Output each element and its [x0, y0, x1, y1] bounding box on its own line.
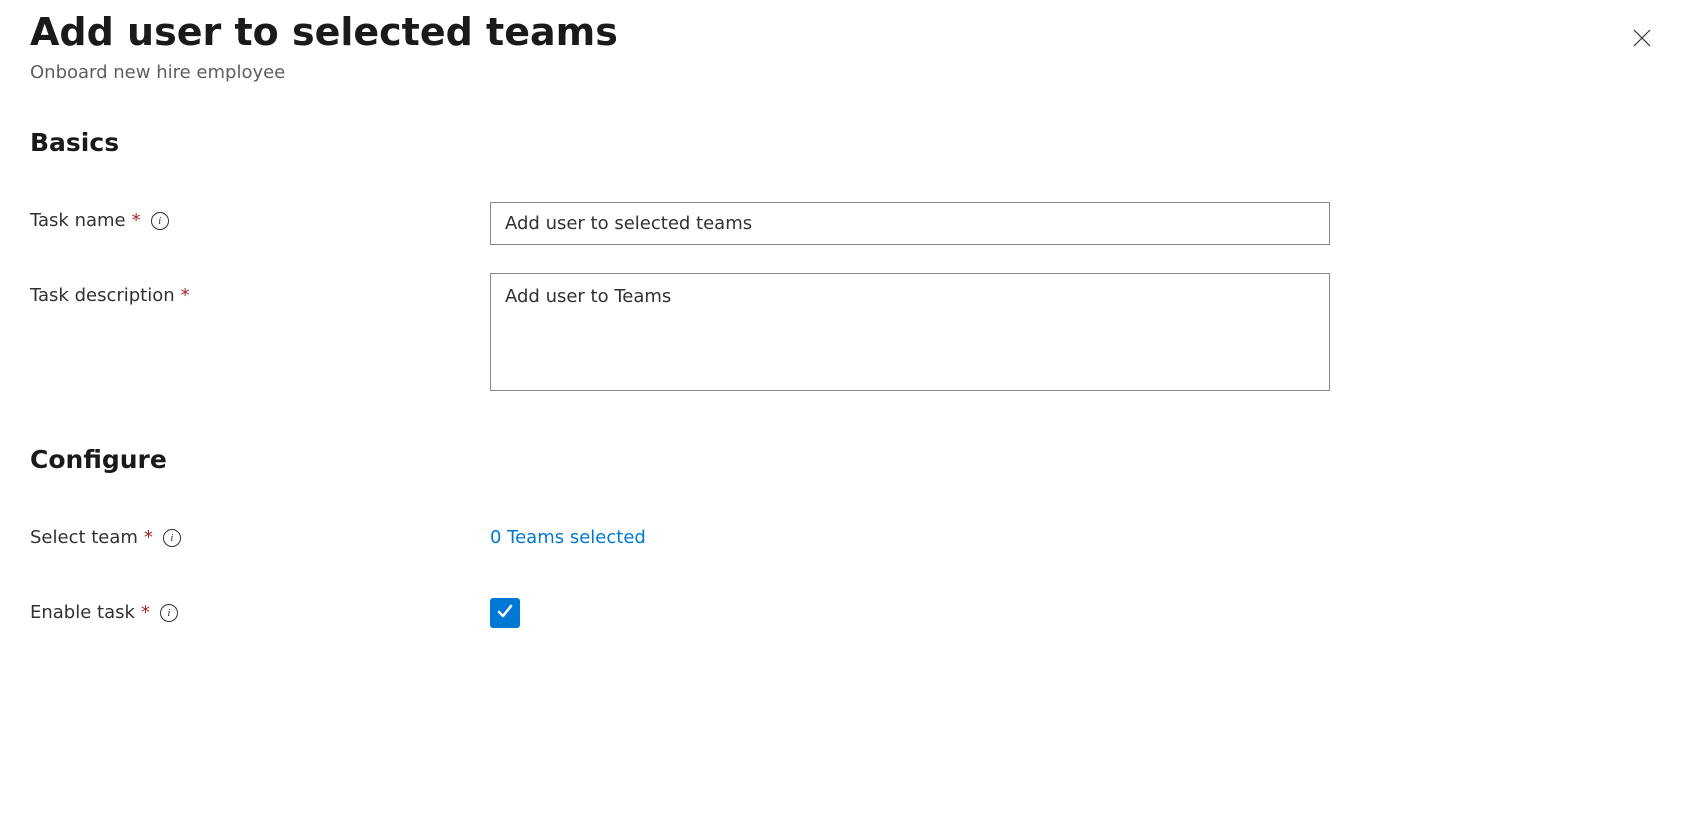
required-indicator: *	[181, 285, 190, 306]
configure-heading: Configure	[30, 445, 1666, 474]
task-name-row: Task name * i	[30, 202, 1666, 245]
basics-heading: Basics	[30, 128, 1666, 157]
task-description-label: Task description	[30, 285, 175, 306]
enable-task-checkbox[interactable]	[490, 598, 520, 628]
info-icon[interactable]: i	[163, 529, 181, 547]
enable-task-label-col: Enable task * i	[30, 598, 490, 623]
page-title: Add user to selected teams	[30, 10, 1626, 56]
required-indicator: *	[132, 210, 141, 231]
select-team-link[interactable]: 0 Teams selected	[490, 519, 646, 548]
close-icon	[1632, 28, 1652, 51]
required-indicator: *	[141, 602, 150, 623]
task-name-input[interactable]	[490, 202, 1330, 245]
select-team-row: Select team * i 0 Teams selected	[30, 519, 1666, 548]
select-team-label-col: Select team * i	[30, 519, 490, 548]
task-description-label-col: Task description *	[30, 273, 490, 306]
required-indicator: *	[144, 527, 153, 548]
task-name-label-col: Task name * i	[30, 202, 490, 231]
close-button[interactable]	[1626, 22, 1658, 57]
enable-task-label: Enable task	[30, 602, 135, 623]
enable-task-row: Enable task * i	[30, 598, 1666, 628]
info-icon[interactable]: i	[151, 212, 169, 230]
task-name-label: Task name	[30, 210, 126, 231]
panel-header: Add user to selected teams Onboard new h…	[30, 10, 1666, 83]
page-subtitle: Onboard new hire employee	[30, 62, 1626, 83]
task-description-input[interactable]	[490, 273, 1330, 391]
task-description-row: Task description *	[30, 273, 1666, 395]
check-icon	[495, 601, 515, 625]
select-team-label: Select team	[30, 527, 138, 548]
info-icon[interactable]: i	[160, 604, 178, 622]
